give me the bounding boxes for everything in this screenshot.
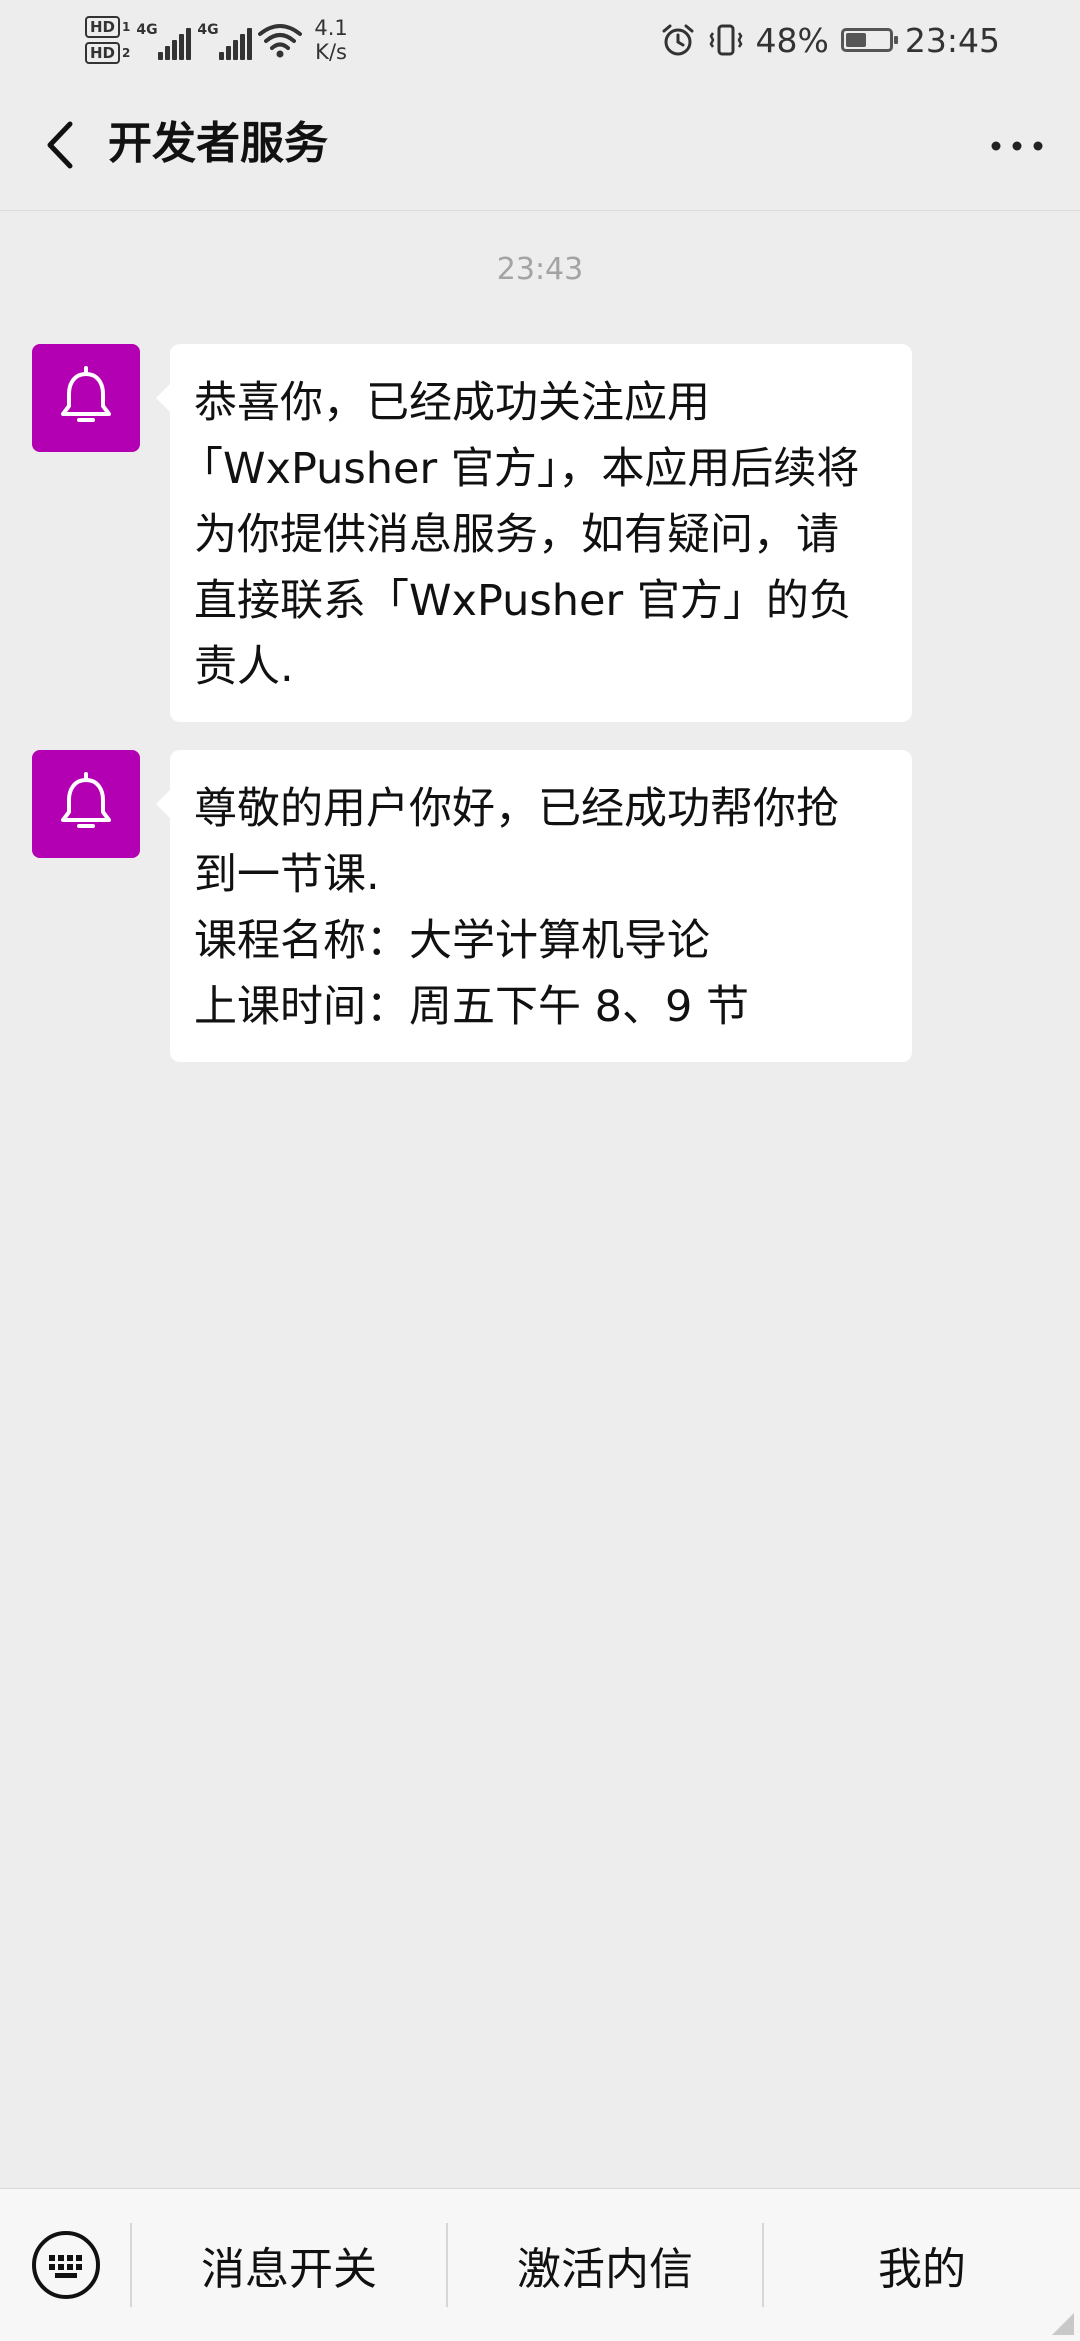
message-line: 上课时间：周五下午 8、9 节 <box>194 982 750 1032</box>
message-bubble[interactable]: 尊敬的用户你好，已经成功帮你抢 到一节课. 课程名称：大学计算机导论 上课时间：周五下… <box>156 750 912 1062</box>
chat-header: 开发者服务 <box>0 80 1080 211</box>
message-line: 恭喜你，已经成功关注应用 <box>194 378 710 428</box>
message-line: 直接联系「WxPusher 官方」的负 <box>194 576 852 626</box>
network-type-2: 4G <box>197 22 219 38</box>
alarm-icon <box>662 24 694 56</box>
hd-2-label: HD <box>85 42 121 64</box>
hd-1: HD 1 <box>85 16 130 38</box>
status-left: HD 1 HD 2 4G 4G 4.1 K/s <box>85 10 348 70</box>
hd-2: HD 2 <box>85 42 130 64</box>
bottom-menu-bar: 消息开关 激活内信 我的 <box>0 2188 1080 2341</box>
avatar[interactable] <box>32 344 140 452</box>
signal-icon-1: 4G <box>136 20 192 60</box>
menu-item-message-switch[interactable]: 消息开关 <box>132 2221 446 2309</box>
status-bar: HD 1 HD 2 4G 4G 4.1 K/s 48% 23:45 <box>0 0 1080 80</box>
page-title: 开发者服务 <box>108 118 328 169</box>
resize-corner <box>1052 2313 1074 2335</box>
hd-1-sub: 1 <box>122 20 131 34</box>
message-line: 为你提供消息服务，如有疑问，请 <box>194 510 839 560</box>
bell-icon <box>61 772 111 828</box>
status-right: 48% 23:45 <box>660 18 1000 62</box>
battery-icon <box>840 28 898 52</box>
message-line: 责人. <box>194 642 294 692</box>
message-line: 课程名称：大学计算机导论 <box>194 916 710 966</box>
network-speed: 4.1 K/s <box>314 16 347 64</box>
network-speed-unit: K/s <box>315 40 347 64</box>
message-timestamp: 23:43 <box>496 252 584 287</box>
avatar[interactable] <box>32 750 140 858</box>
keyboard-icon[interactable] <box>30 2229 102 2301</box>
battery-percent: 48% <box>755 20 829 60</box>
status-time: 23:45 <box>904 20 1000 60</box>
message-bubble[interactable]: 恭喜你，已经成功关注应用「WxPusher 官方」，本应用后续将为你提供消息服务… <box>156 344 912 722</box>
message-line: 到一节课. <box>194 850 380 900</box>
vibrate-icon <box>709 24 742 56</box>
hd-1-label: HD <box>85 16 121 38</box>
menu-item-mine[interactable]: 我的 <box>764 2221 1080 2309</box>
battery-fill <box>845 33 866 47</box>
network-type-1: 4G <box>136 22 158 38</box>
message-line: 尊敬的用户你好，已经成功帮你抢 <box>194 784 839 834</box>
message-line: 「WxPusher 官方」，本应用后续将 <box>180 444 860 494</box>
network-speed-value: 4.1 <box>314 16 348 40</box>
wifi-icon <box>258 24 303 58</box>
menu-item-activate-inbox[interactable]: 激活内信 <box>448 2221 762 2309</box>
signal-icon-2: 4G <box>197 20 253 60</box>
hd-2-sub: 2 <box>122 46 131 60</box>
bell-icon <box>61 366 111 422</box>
chevron-left-icon[interactable] <box>28 110 98 180</box>
hd-indicators: HD 1 HD 2 <box>85 16 130 64</box>
more-dots-icon[interactable] <box>982 110 1052 180</box>
